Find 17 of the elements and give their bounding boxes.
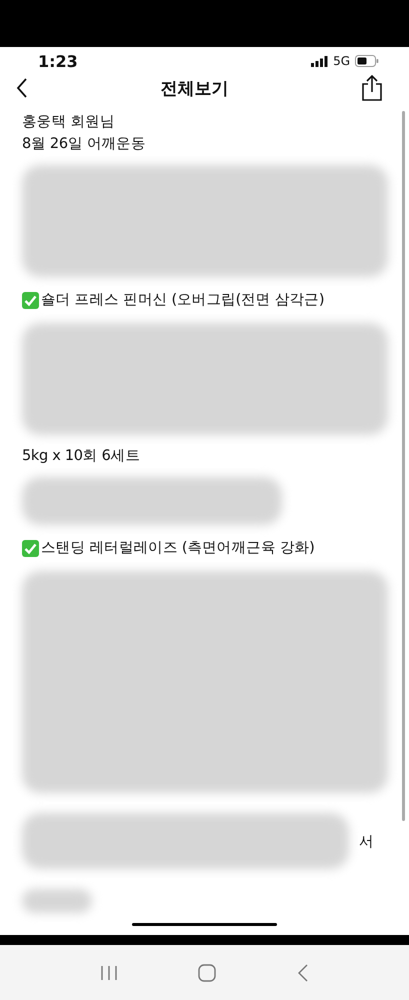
battery-icon — [355, 55, 379, 68]
check-icon — [22, 292, 39, 309]
memo-text: 홍웅택 회원님 — [22, 113, 116, 132]
memo-text: 5kg x 10회 6세트 — [22, 447, 142, 466]
back-icon[interactable] — [16, 78, 28, 98]
check-icon — [22, 540, 39, 557]
exercise-title: 스탠딩 레터럴레이즈 (측면어깨근육 강화) — [41, 539, 315, 558]
memo-text: 서 — [359, 832, 374, 851]
exercise-title: 숄더 프레스 핀머신 (오버그립(전면 삼각근) — [41, 291, 324, 310]
status-time: 1:23 — [38, 52, 78, 71]
network-label: 5G — [333, 54, 350, 68]
home-icon[interactable] — [198, 964, 216, 982]
share-icon[interactable] — [361, 75, 383, 102]
recent-apps-icon[interactable] — [100, 964, 118, 980]
signal-icon — [311, 56, 328, 67]
page-title: 전체보기 — [160, 78, 228, 100]
memo-text: 8월 26일 어깨운동 — [22, 135, 147, 154]
